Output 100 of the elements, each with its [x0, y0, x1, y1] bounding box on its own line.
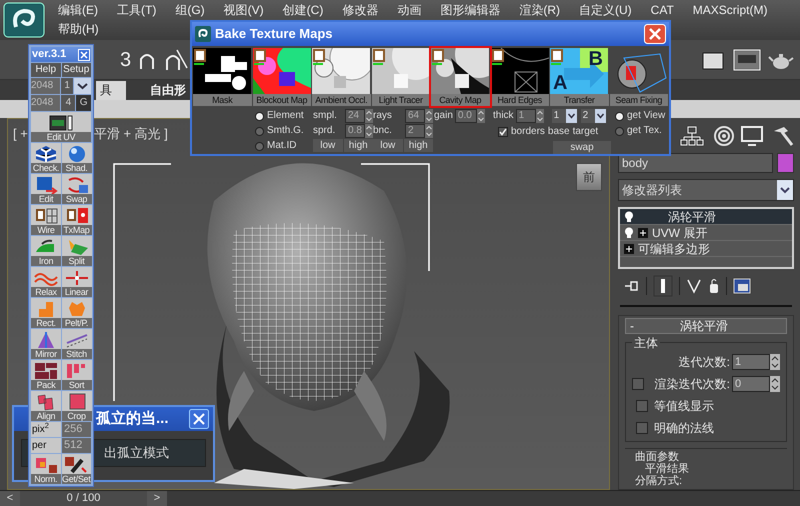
menu-item[interactable]: 自定义(U): [579, 1, 632, 20]
tool-button[interactable]: Align: [31, 391, 61, 421]
high-button[interactable]: high: [404, 139, 433, 152]
object-name-field[interactable]: body: [618, 153, 773, 174]
spinner-field[interactable]: 0: [732, 376, 770, 392]
spinner-field[interactable]: 0.0: [454, 109, 477, 123]
viewport-label[interactable]: 平滑 + 高光 ]: [94, 124, 168, 144]
tool-button[interactable]: Swap: [62, 174, 92, 204]
time-slider[interactable]: 0 / 100: [20, 491, 147, 506]
spinner-field[interactable]: 24: [345, 109, 365, 123]
tool-button[interactable]: Split: [62, 236, 92, 266]
spinner-field[interactable]: 0.8: [345, 124, 365, 138]
tool-button[interactable]: Pack: [31, 360, 61, 390]
texture-tools-icon: [732, 48, 762, 72]
low-button[interactable]: low: [373, 139, 402, 152]
field-label: Element: [267, 109, 304, 123]
menu-item[interactable]: 渲染(R): [519, 1, 560, 20]
menu-button[interactable]: Setup: [62, 63, 91, 77]
tool-button[interactable]: Pelt/P.: [62, 298, 92, 328]
radio-button[interactable]: [255, 142, 264, 150]
collapse-toggle[interactable]: -: [630, 317, 680, 335]
viewport-label[interactable]: [ +: [13, 124, 28, 144]
object-color-swatch[interactable]: [777, 153, 794, 174]
tool-button[interactable]: Mirror: [31, 329, 61, 359]
tool-button[interactable]: Relax: [31, 267, 61, 297]
tool-button[interactable]: Get/Set: [62, 454, 91, 484]
tool-button[interactable]: Crop: [62, 391, 92, 421]
checkbox[interactable]: [498, 127, 508, 137]
high-button[interactable]: high: [344, 139, 373, 152]
option-button[interactable]: G: [76, 95, 91, 111]
tool-button[interactable]: Edit UV: [31, 112, 91, 142]
tool-button[interactable]: TxMap: [62, 205, 92, 235]
next-frame-button[interactable]: >: [147, 491, 167, 506]
menu-item[interactable]: 组(G): [175, 1, 205, 20]
tool-button[interactable]: Rect.: [31, 298, 61, 328]
radio-button[interactable]: [255, 126, 264, 136]
tool-button[interactable]: Iron: [31, 236, 61, 266]
tool-button[interactable]: Linear: [62, 267, 92, 297]
tool-button[interactable]: Norm.: [31, 454, 60, 484]
low-button[interactable]: low: [313, 139, 342, 152]
pixel-value-field[interactable]: 256: [62, 422, 91, 437]
checkbox[interactable]: [632, 378, 644, 390]
configure-sets-icon: [733, 278, 751, 294]
size-field[interactable]: 2048: [31, 78, 60, 94]
bake-map-tile[interactable]: Light Tracer: [372, 48, 430, 106]
menu-button[interactable]: Help: [31, 63, 60, 77]
ribbon-tab[interactable]: 自由形: [146, 81, 190, 100]
bake-map-tile[interactable]: Blockout Map: [252, 48, 311, 106]
modifier-stack-item[interactable]: UVW 展开: [620, 225, 792, 242]
swap-button[interactable]: swap: [553, 141, 611, 154]
checkbox[interactable]: [636, 400, 648, 412]
modifier-list-dropdown[interactable]: 修改器列表: [618, 179, 794, 202]
modifier-stack-item[interactable]: 可编辑多边形: [620, 241, 792, 258]
option-label: 平滑结果: [644, 463, 690, 475]
menu-item[interactable]: 修改器: [342, 1, 378, 20]
clipboard-icon: [64, 207, 88, 225]
menu-item[interactable]: 编辑(E): [58, 1, 98, 20]
bake-map-tile[interactable]: Hard Edges: [490, 48, 549, 106]
menu-item[interactable]: 工具(T): [117, 1, 156, 20]
spinner-field[interactable]: 1: [516, 109, 536, 123]
modifier-stack-item[interactable]: 涡轮平滑: [620, 209, 792, 226]
size-option[interactable]: 1: [61, 78, 73, 94]
spinner-field[interactable]: 1: [732, 354, 770, 370]
ribbon-tab[interactable]: 具: [96, 81, 126, 100]
tool-button[interactable]: Sort: [62, 360, 92, 390]
bake-map-tile[interactable]: Ambient Occl.: [312, 48, 370, 106]
menu-item[interactable]: 图形编辑器: [440, 1, 500, 20]
checkbox[interactable]: [636, 422, 648, 434]
radio-button[interactable]: [615, 126, 624, 136]
menu-item[interactable]: 动画: [397, 1, 422, 20]
bake-map-tile[interactable]: A B Transfer: [550, 48, 608, 106]
menu-item[interactable]: 创建(C): [282, 1, 324, 20]
tool-button[interactable]: Wire: [31, 205, 61, 235]
size-option[interactable]: 4: [61, 95, 76, 111]
tool-button[interactable]: Check.: [31, 143, 61, 173]
tool-button[interactable]: Stitch: [62, 329, 92, 359]
field-label: gain: [434, 109, 453, 123]
previous-frame-button[interactable]: <: [0, 491, 20, 506]
bake-map-tile[interactable]: Seam Fixing: [610, 48, 668, 106]
clipboard-icon: [372, 49, 384, 65]
spinner-field[interactable]: 64: [405, 109, 425, 123]
logo-icon: [195, 26, 211, 42]
tool-button[interactable]: Edit: [31, 174, 61, 204]
radio-button[interactable]: [615, 112, 624, 120]
tool-button[interactable]: Shad.: [62, 143, 92, 173]
viewcube[interactable]: 前: [576, 163, 602, 191]
menu-item[interactable]: 帮助(H): [58, 20, 99, 39]
menu-item[interactable]: MAXScript(M): [692, 1, 768, 20]
menu-item[interactable]: CAT: [650, 1, 674, 20]
spinner-field[interactable]: 2: [405, 124, 425, 138]
rollout-header[interactable]: - 涡轮平滑: [625, 318, 787, 334]
radio-button[interactable]: [255, 112, 264, 120]
field-label: Smth.G.: [267, 124, 304, 138]
bake-map-tile[interactable]: Mask: [193, 48, 252, 106]
snap-toggle[interactable]: 3: [120, 44, 132, 74]
size-field[interactable]: 2048: [31, 95, 60, 111]
pixel-value-field[interactable]: 512: [62, 438, 91, 453]
menu-item[interactable]: 视图(V): [224, 1, 264, 20]
clipboard-icon: [492, 49, 504, 65]
chevron-down-icon: [594, 109, 606, 123]
